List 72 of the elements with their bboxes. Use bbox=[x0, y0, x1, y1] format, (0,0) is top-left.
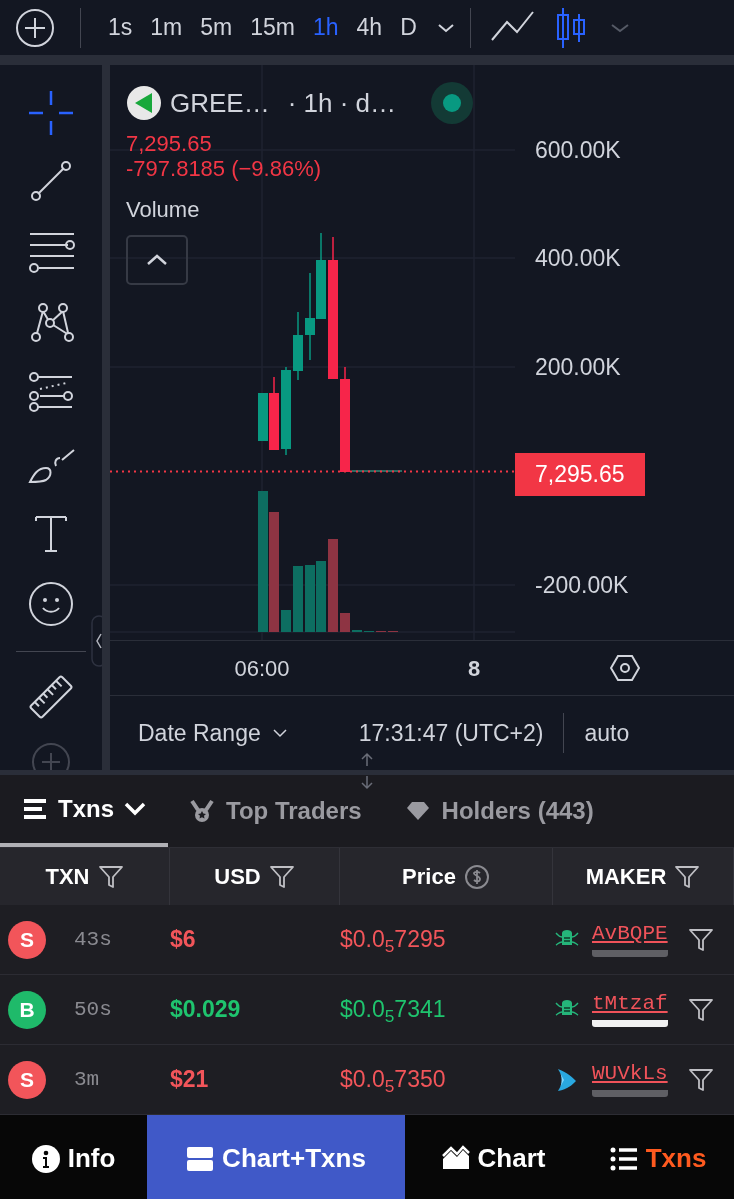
interval-tab[interactable]: D bbox=[391, 10, 426, 45]
age-text: 3m bbox=[74, 1066, 100, 1093]
filter-icon[interactable] bbox=[687, 996, 714, 1023]
time-label: 8 bbox=[467, 654, 481, 683]
split-view-icon bbox=[186, 1144, 215, 1173]
tab[interactable]: Top Traders bbox=[168, 774, 384, 847]
interval-tab[interactable]: 1h bbox=[303, 10, 348, 45]
axis-label: 200.00K bbox=[535, 352, 621, 382]
add-icon[interactable] bbox=[14, 6, 56, 49]
study-label: Volume bbox=[126, 196, 201, 222]
filter-icon[interactable] bbox=[268, 863, 295, 890]
volume-bar bbox=[281, 610, 291, 632]
interval-tab[interactable]: 1m bbox=[141, 10, 192, 45]
price-text: $0.0$_{5}$7295 bbox=[340, 925, 446, 957]
filter-icon[interactable] bbox=[97, 863, 124, 890]
side-badge: S bbox=[8, 920, 46, 959]
maker-link[interactable]: AvBQPE bbox=[592, 921, 668, 958]
chevron-down-icon bbox=[272, 728, 287, 738]
clock-text: 17:31:47 (UTC+2) bbox=[358, 718, 544, 748]
filter-icon[interactable] bbox=[674, 863, 701, 890]
chevron-down-icon bbox=[124, 801, 146, 816]
status-dot bbox=[430, 81, 475, 125]
price-change: -797.8185 (−9.86%) bbox=[126, 156, 323, 182]
token-logo bbox=[126, 85, 162, 121]
volume-bar bbox=[340, 613, 350, 632]
candle bbox=[293, 311, 303, 381]
symbol-name[interactable]: GREE… bbox=[170, 83, 270, 123]
info-icon bbox=[31, 1144, 60, 1173]
axis-label: 400.00K bbox=[535, 243, 621, 273]
emoji-icon[interactable] bbox=[26, 579, 76, 629]
column-header[interactable]: USD bbox=[170, 848, 340, 905]
interval-tab[interactable]: 15m bbox=[241, 10, 304, 45]
volume-bar bbox=[305, 565, 315, 632]
side-badge: S bbox=[8, 1060, 46, 1099]
time-label: 06:00 bbox=[234, 654, 290, 683]
column-header[interactable]: Price bbox=[340, 848, 553, 905]
usd-amount: $0.029 bbox=[170, 995, 241, 1025]
currency-icon bbox=[463, 863, 490, 890]
date-range-dropdown[interactable]: Date Range bbox=[138, 715, 287, 751]
interval-tab[interactable]: 1s bbox=[99, 10, 142, 45]
maker-link[interactable]: tMtzaf bbox=[592, 991, 668, 1028]
usd-amount: $21 bbox=[170, 1065, 209, 1095]
chart-details: · 1h · d… bbox=[287, 86, 397, 120]
interval-tab[interactable]: 4h bbox=[347, 10, 392, 45]
tab[interactable]: Holders (443) bbox=[383, 774, 616, 847]
maker-link[interactable]: WUVkLs bbox=[592, 1061, 668, 1098]
price-text: $0.0$_{5}$7341 bbox=[340, 995, 446, 1027]
age-text: 43s bbox=[74, 926, 112, 953]
side-badge: B bbox=[8, 990, 46, 1029]
filter-icon[interactable] bbox=[687, 926, 714, 953]
collapse-button[interactable] bbox=[126, 234, 188, 285]
axis-label: 600.00K bbox=[535, 135, 621, 165]
nav-tab[interactable]: Chart+Txns bbox=[147, 1115, 405, 1199]
volume-bar bbox=[316, 561, 326, 632]
settings-icon[interactable] bbox=[610, 654, 640, 682]
medal-icon bbox=[190, 798, 216, 823]
resize-handle[interactable] bbox=[358, 751, 376, 791]
interval-tab[interactable]: 5m bbox=[191, 10, 242, 45]
price-text: $0.0$_{5}$7350 bbox=[340, 1065, 446, 1097]
column-header[interactable]: TXN bbox=[0, 848, 170, 905]
price-value: 7,295.65 bbox=[126, 131, 213, 157]
price-tag: 7,295.65 bbox=[515, 453, 645, 496]
filter-icon[interactable] bbox=[687, 1066, 714, 1093]
column-header[interactable]: MAKER bbox=[553, 848, 734, 905]
usd-amount: $6 bbox=[170, 925, 196, 955]
axis-label: -200.00K bbox=[535, 570, 629, 600]
chevron-up-icon bbox=[145, 252, 169, 267]
scale-button[interactable]: auto bbox=[584, 715, 630, 751]
list-icon bbox=[22, 796, 48, 821]
volume-bar bbox=[293, 566, 303, 632]
age-text: 50s bbox=[74, 996, 112, 1023]
crosshair-icon[interactable] bbox=[26, 88, 76, 138]
